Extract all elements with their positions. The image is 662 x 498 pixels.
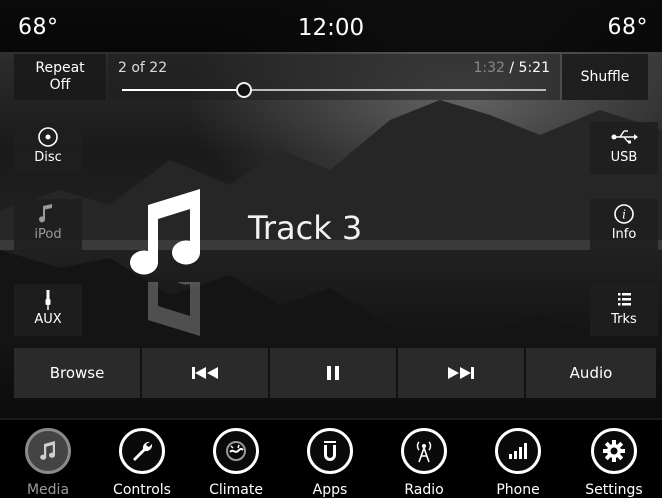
- pause-icon: [326, 365, 340, 381]
- repeat-state: Off: [49, 77, 71, 93]
- apps-icon: [307, 428, 353, 474]
- transport-controls: Browse Audio: [14, 348, 656, 398]
- music-note-icon: [14, 203, 82, 227]
- time-total: 5:21: [518, 60, 550, 76]
- source-aux-label: AUX: [34, 312, 62, 327]
- source-disc-button[interactable]: Disc: [14, 122, 82, 174]
- album-art-reflection: [118, 282, 208, 342]
- album-art-note-icon: [118, 183, 208, 278]
- repeat-button[interactable]: Repeat Off: [14, 54, 106, 100]
- music-note-icon: [25, 428, 71, 474]
- tracks-label: Trks: [611, 312, 637, 327]
- nav-media-label: Media: [26, 482, 70, 498]
- audio-button[interactable]: Audio: [526, 348, 656, 398]
- time-readout: 1:32 / 5:21: [473, 60, 550, 76]
- status-bar: 68° 12:00 68°: [0, 0, 662, 52]
- progress-panel: 2 of 22 1:32 / 5:21: [108, 54, 560, 100]
- next-track-button[interactable]: [398, 348, 526, 398]
- nav-climate-label: Climate: [209, 482, 263, 498]
- nav-controls[interactable]: Controls: [103, 428, 181, 498]
- progress-bar[interactable]: [122, 82, 546, 98]
- shuffle-button[interactable]: Shuffle: [562, 54, 648, 100]
- usb-icon: [590, 126, 658, 150]
- radio-antenna-icon: [401, 428, 447, 474]
- browse-button[interactable]: Browse: [14, 348, 142, 398]
- media-screen: 68° 12:00 68° Repeat Off 2 of 22 1:32 / …: [0, 0, 662, 498]
- skip-previous-icon: [191, 366, 219, 380]
- gear-icon: [591, 428, 637, 474]
- nav-phone[interactable]: Phone: [479, 428, 557, 498]
- clock: 12:00: [297, 15, 365, 41]
- nav-apps-label: Apps: [312, 482, 348, 498]
- time-separator: /: [504, 60, 519, 76]
- nav-controls-label: Controls: [113, 482, 171, 498]
- nav-radio-label: Radio: [404, 482, 444, 498]
- source-ipod-button[interactable]: iPod: [14, 199, 82, 251]
- track-title: Track 3: [248, 209, 363, 247]
- progress-knob[interactable]: [235, 82, 252, 98]
- usb-label: USB: [610, 150, 638, 165]
- source-usb-button[interactable]: USB: [590, 122, 658, 174]
- phone-signal-icon: [495, 428, 541, 474]
- pause-button[interactable]: [270, 348, 398, 398]
- progress-fill: [122, 89, 244, 91]
- skip-next-icon: [447, 366, 475, 380]
- info-icon: i: [590, 203, 658, 227]
- nav-settings-label: Settings: [585, 482, 643, 498]
- wrench-icon: [119, 428, 165, 474]
- nav-settings[interactable]: Settings: [575, 428, 653, 498]
- repeat-label: Repeat: [35, 60, 85, 76]
- aux-plug-icon: [14, 288, 82, 312]
- climate-icon: [213, 428, 259, 474]
- nav-phone-label: Phone: [496, 482, 540, 498]
- nav-climate[interactable]: Climate: [197, 428, 275, 498]
- nav-apps[interactable]: Apps: [291, 428, 369, 498]
- disc-icon: [14, 126, 82, 150]
- passenger-temperature[interactable]: 68°: [608, 15, 649, 40]
- svg-text:i: i: [622, 208, 626, 222]
- source-aux-button[interactable]: AUX: [14, 284, 82, 336]
- info-label: Info: [611, 227, 637, 242]
- info-button[interactable]: i Info: [590, 199, 658, 251]
- tracks-button[interactable]: Trks: [590, 284, 658, 336]
- source-ipod-label: iPod: [34, 227, 62, 242]
- nav-radio[interactable]: Radio: [385, 428, 463, 498]
- bottom-navigation: Media Controls Climate Apps Radio Phone …: [0, 418, 662, 498]
- list-icon: [590, 288, 658, 312]
- time-elapsed: 1:32: [473, 60, 505, 76]
- track-position: 2 of 22: [118, 60, 168, 76]
- previous-track-button[interactable]: [142, 348, 270, 398]
- source-disc-label: Disc: [34, 150, 62, 165]
- nav-media[interactable]: Media: [9, 428, 87, 498]
